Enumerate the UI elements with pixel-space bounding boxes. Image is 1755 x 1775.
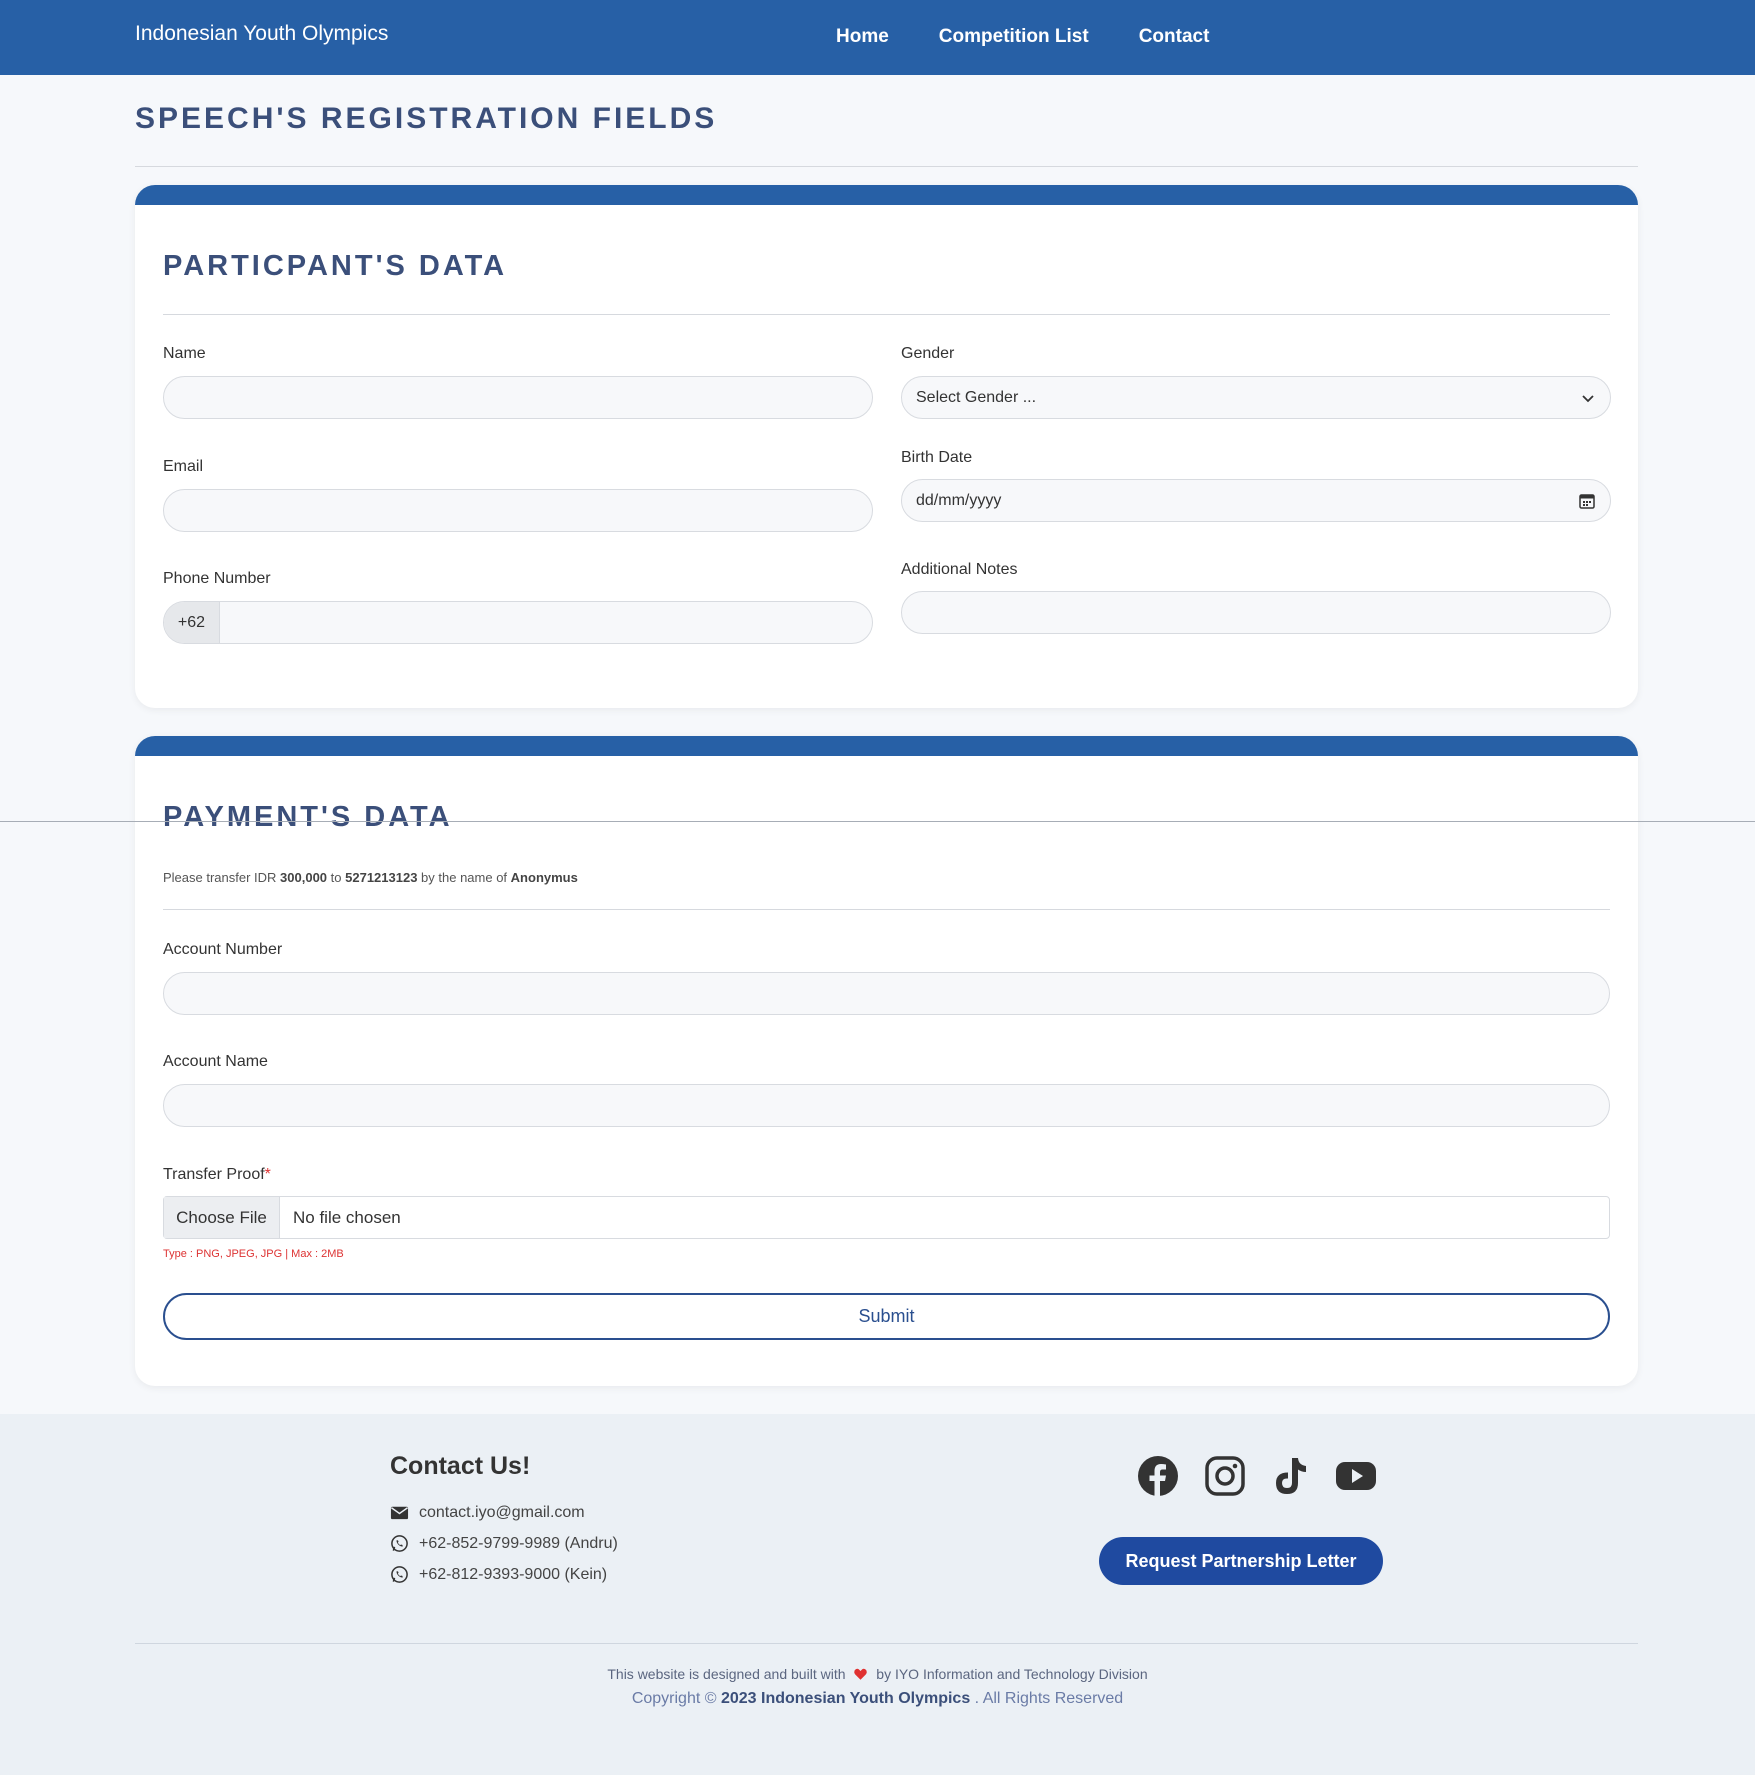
transfer-proof-text: Transfer Proof: [163, 1166, 265, 1183]
note-text: Please transfer IDR: [163, 870, 281, 885]
notes-label: Additional Notes: [901, 561, 1018, 578]
name-label: Name: [163, 345, 206, 362]
divider: [163, 909, 1610, 910]
name-input[interactable]: [163, 376, 873, 419]
contact-title: Contact Us!: [390, 1452, 531, 1480]
participant-title: PARTICPANT'S DATA: [163, 250, 508, 282]
page-title: SPEECH'S REGISTRATION FIELDS: [135, 102, 718, 135]
account-holder-name: Anonymus: [510, 870, 578, 885]
participant-card: PARTICPANT'S DATA Name Email Phone Numbe…: [135, 185, 1638, 708]
contact-phone-kein[interactable]: +62-812-9393-9000 (Kein): [390, 1565, 607, 1584]
nav-home[interactable]: Home: [836, 26, 889, 48]
contact-phone-text: +62-852-9799-9989 (Andru): [419, 1534, 618, 1552]
whatsapp-icon: [391, 1566, 408, 1583]
submit-button[interactable]: Submit: [163, 1293, 1610, 1340]
calendar-icon[interactable]: [1578, 492, 1596, 510]
youtube-icon[interactable]: [1334, 1454, 1378, 1498]
notes-input[interactable]: [901, 591, 1611, 634]
chevron-down-icon: [1582, 395, 1594, 403]
tiktok-icon[interactable]: [1268, 1454, 1312, 1498]
nav-links: Home Competition List Contact: [836, 26, 1209, 48]
phone-prefix: +62: [164, 602, 220, 643]
gender-select-value: Select Gender ...: [916, 388, 1037, 406]
account-number-label: Account Number: [163, 941, 283, 958]
contact-phone-andru[interactable]: +62-852-9799-9989 (Andru): [390, 1534, 618, 1553]
payment-title: PAYMENT'S DATA: [163, 801, 453, 833]
note-text: by the name of: [417, 870, 511, 885]
footer: Contact Us! contact.iyo@gmail.com +62-85…: [0, 1414, 1755, 1775]
credit-prefix: This website is designed and built with: [607, 1666, 846, 1682]
account-name-label: Account Name: [163, 1053, 268, 1070]
copyright-suffix: . All Rights Reserved: [970, 1690, 1124, 1707]
copyright-org: 2023 Indonesian Youth Olympics: [720, 1690, 971, 1707]
payment-card: PAYMENT'S DATA Please transfer IDR 300,0…: [135, 736, 1638, 1386]
contact-phone-text: +62-812-9393-9000 (Kein): [419, 1565, 608, 1583]
copyright-prefix: Copyright ©: [631, 1690, 721, 1707]
nav-contact[interactable]: Contact: [1139, 26, 1210, 48]
account-name-input[interactable]: [163, 1084, 1610, 1127]
card-header-bar: [135, 736, 1638, 756]
facebook-icon[interactable]: [1136, 1454, 1180, 1498]
nav-competition-list[interactable]: Competition List: [939, 26, 1089, 48]
transfer-proof-file-input[interactable]: Choose File No file chosen: [163, 1196, 1610, 1239]
card-header-bar: [135, 185, 1638, 205]
file-status: No file chosen: [293, 1207, 401, 1227]
divider: [163, 314, 1610, 315]
transfer-proof-label: Transfer Proof*: [163, 1166, 271, 1184]
payment-instructions: Please transfer IDR 300,000 to 527121312…: [163, 870, 578, 885]
divider: [0, 821, 1755, 822]
account-number-input[interactable]: [163, 972, 1610, 1015]
contact-email-text: contact.iyo@gmail.com: [419, 1503, 585, 1521]
email-input[interactable]: [163, 489, 873, 532]
birth-date-placeholder: dd/mm/yyyy: [916, 491, 1002, 509]
file-hint: Type : PNG, JPEG, JPG | Max : 2MB: [163, 1248, 344, 1260]
gender-select[interactable]: Select Gender ...: [901, 376, 1611, 419]
navbar: Indonesian Youth Olympics Home Competiti…: [0, 0, 1755, 75]
credit-suffix: by IYO Information and Technology Divisi…: [876, 1666, 1148, 1682]
divider: [135, 166, 1638, 167]
bank-account-number: 5271213123: [345, 870, 418, 885]
envelope-icon: [390, 1506, 409, 1520]
birth-date-label: Birth Date: [901, 449, 973, 466]
required-marker: *: [264, 1166, 271, 1183]
gender-label: Gender: [901, 345, 955, 362]
birth-date-input[interactable]: dd/mm/yyyy: [901, 479, 1611, 522]
note-text: to: [327, 870, 346, 885]
heart-icon: [854, 1668, 868, 1680]
whatsapp-icon: [391, 1535, 408, 1552]
copyright: Copyright © 2023 Indonesian Youth Olympi…: [0, 1690, 1755, 1708]
brand-logo[interactable]: Indonesian Youth Olympics: [135, 22, 388, 46]
choose-file-button[interactable]: Choose File: [164, 1197, 280, 1238]
phone-label: Phone Number: [163, 570, 271, 587]
instagram-icon[interactable]: [1203, 1454, 1247, 1498]
credit-text: This website is designed and built with …: [0, 1666, 1755, 1682]
email-label: Email: [163, 458, 204, 475]
divider: [135, 1643, 1638, 1644]
request-partnership-button[interactable]: Request Partnership Letter: [1099, 1537, 1383, 1585]
payment-amount: 300,000: [280, 870, 328, 885]
phone-input[interactable]: +62: [163, 601, 873, 644]
contact-email[interactable]: contact.iyo@gmail.com: [390, 1503, 585, 1522]
